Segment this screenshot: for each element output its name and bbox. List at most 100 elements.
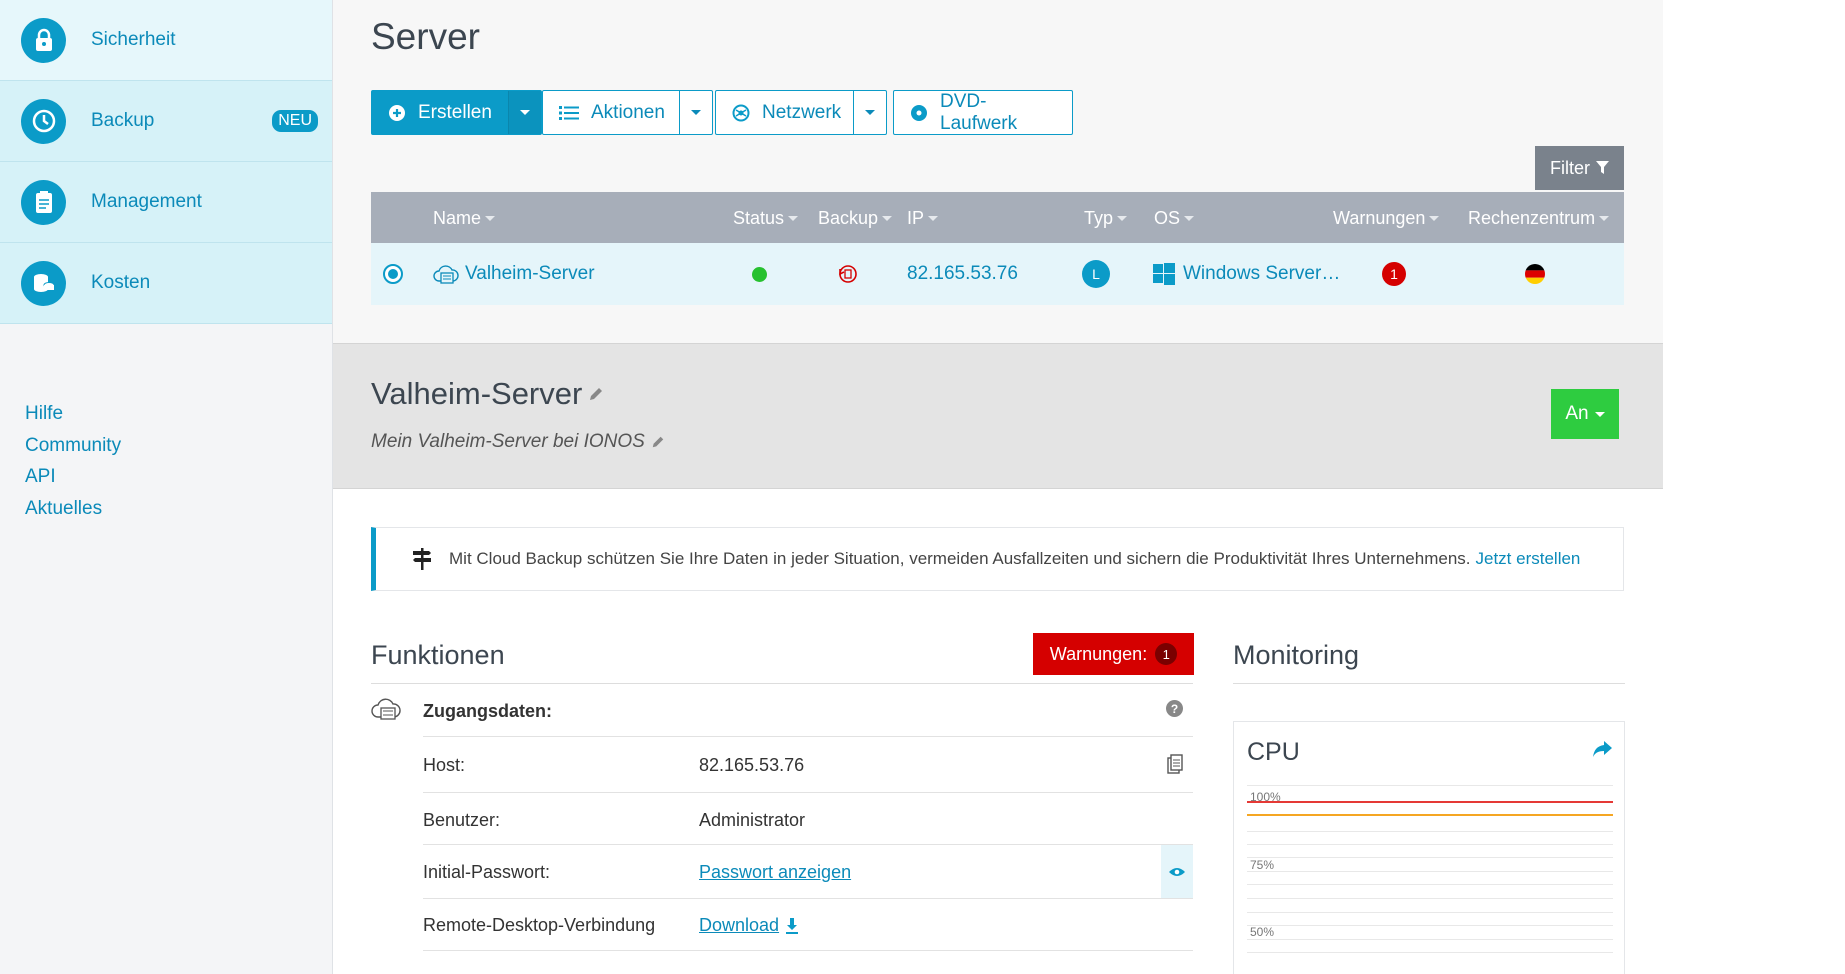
- column-header-rechenzentrum[interactable]: Rechenzentrum: [1468, 208, 1610, 229]
- column-header-status[interactable]: Status: [733, 208, 799, 229]
- type-badge: L: [1082, 260, 1110, 288]
- grid-line: [1247, 952, 1613, 953]
- server-table-header: Name Status Backup IP Typ OS Warnungen R…: [371, 192, 1624, 243]
- zugangsdaten-label: Zugangsdaten:: [423, 701, 552, 721]
- link-api[interactable]: API: [25, 461, 121, 493]
- create-button[interactable]: Erstellen: [372, 91, 508, 134]
- column-header-os[interactable]: OS: [1154, 208, 1195, 229]
- column-header-label: Typ: [1084, 208, 1114, 228]
- help-icon[interactable]: ?: [1166, 700, 1183, 717]
- grid-line: [1247, 925, 1613, 926]
- show-password-link[interactable]: Passwort anzeigen: [699, 862, 851, 882]
- create-dropdown-toggle[interactable]: [507, 91, 541, 134]
- sidebar-item-management[interactable]: Management: [0, 162, 332, 243]
- network-button-label: Netzwerk: [762, 101, 842, 123]
- server-detail-title: Valheim-Server: [371, 376, 583, 411]
- ip-value: 82.165.53.76: [907, 263, 1018, 284]
- actions-button-group: Aktionen: [542, 90, 713, 135]
- server-detail-body: Mit Cloud Backup schützen Sie Ihre Daten…: [333, 489, 1663, 974]
- host-value: 82.165.53.76: [699, 755, 805, 775]
- column-header-name[interactable]: Name: [433, 208, 496, 229]
- server-list-section: Server Erstellen Aktionen Netzwerk DVD-L…: [333, 0, 1663, 343]
- backup-icon: [837, 263, 859, 285]
- list-icon: [559, 105, 579, 121]
- actions-button[interactable]: Aktionen: [543, 91, 679, 134]
- germany-flag-icon: [1524, 263, 1546, 285]
- sort-icon: [1599, 216, 1610, 221]
- network-dropdown-toggle[interactable]: [853, 91, 886, 134]
- power-status-label: An: [1565, 403, 1589, 424]
- divider: [1233, 683, 1625, 684]
- help-links: Hilfe Community API Aktuelles: [25, 398, 121, 524]
- windows-icon: [1153, 263, 1175, 285]
- link-community[interactable]: Community: [25, 430, 121, 462]
- zugangsdaten-header: Zugangsdaten: ?: [423, 683, 1193, 737]
- plus-circle-icon: [388, 104, 406, 122]
- column-header-label: Warnungen: [1333, 208, 1426, 228]
- link-hilfe[interactable]: Hilfe: [25, 398, 121, 430]
- column-header-ip[interactable]: IP: [907, 208, 939, 229]
- sort-icon: [1117, 216, 1128, 221]
- column-header-label: Status: [733, 208, 785, 228]
- eye-icon[interactable]: [1161, 845, 1193, 898]
- edit-name-pencil-icon[interactable]: [588, 386, 604, 402]
- grid-line: [1247, 857, 1613, 858]
- cloud-server-icon: [371, 697, 401, 721]
- grid-label: 50%: [1250, 925, 1275, 939]
- network-icon: [732, 104, 750, 122]
- grid-line: [1247, 844, 1613, 845]
- column-header-label: Backup: [818, 208, 879, 228]
- column-header-typ[interactable]: Typ: [1084, 208, 1128, 229]
- network-button[interactable]: Netzwerk: [716, 91, 853, 134]
- create-button-group: Erstellen: [371, 90, 542, 135]
- download-link[interactable]: Download: [699, 915, 779, 936]
- column-header-label: OS: [1154, 208, 1181, 228]
- server-description-text: Mein Valheim-Server bei IONOS: [371, 431, 645, 452]
- grid-label: 75%: [1250, 858, 1275, 872]
- server-name-cell[interactable]: Valheim-Server: [433, 263, 595, 285]
- column-header-warnungen[interactable]: Warnungen: [1333, 208, 1440, 229]
- warnings-cell[interactable]: 1: [1382, 262, 1406, 286]
- sidebar-item-label: Sicherheit: [91, 29, 176, 50]
- cpu-monitoring-card: CPU 100% 75% 50%: [1233, 721, 1625, 974]
- column-header-label: Rechenzentrum: [1468, 208, 1596, 228]
- column-header-label: IP: [907, 208, 925, 228]
- os-value: Windows Server…: [1183, 263, 1341, 284]
- column-header-backup[interactable]: Backup: [818, 208, 893, 229]
- actions-dropdown-toggle[interactable]: [679, 91, 712, 134]
- row-select-radio[interactable]: [383, 264, 403, 284]
- create-button-label: Erstellen: [418, 101, 492, 123]
- clipboard-icon: [21, 179, 66, 225]
- dvd-button[interactable]: DVD-Laufwerk: [893, 90, 1073, 135]
- password-value: Passwort anzeigen: [699, 862, 851, 883]
- sort-icon: [882, 216, 893, 221]
- chevron-down-icon: [519, 110, 530, 115]
- warnings-button-label: Warnungen:: [1049, 643, 1148, 664]
- share-arrow-icon[interactable]: [1593, 741, 1612, 757]
- sidebar-item-backup[interactable]: Backup NEU: [0, 81, 332, 162]
- sidebar-item-kosten[interactable]: Kosten: [0, 243, 332, 324]
- edit-description-pencil-icon[interactable]: [651, 435, 665, 449]
- power-status-button[interactable]: An: [1551, 389, 1619, 439]
- monitoring-title: Monitoring: [1233, 640, 1360, 670]
- grid-line: [1247, 884, 1613, 885]
- server-detail-header: Valheim-Server Mein Valheim-Server bei I…: [333, 343, 1663, 489]
- backup-cell[interactable]: [837, 263, 859, 285]
- sidebar-item-label: Management: [91, 191, 202, 212]
- warnings-button-count: 1: [1155, 643, 1178, 665]
- sidebar-item-sicherheit[interactable]: Sicherheit: [0, 0, 332, 81]
- grid-line: [1247, 898, 1613, 899]
- server-detail-description: Mein Valheim-Server bei IONOS: [371, 431, 665, 453]
- download-icon[interactable]: [785, 917, 799, 934]
- copy-icon[interactable]: [1167, 754, 1183, 774]
- rdp-value: Download: [699, 915, 799, 936]
- create-backup-link[interactable]: Jetzt erstellen: [1476, 549, 1581, 569]
- status-cell: [752, 267, 767, 282]
- filter-button-label: Filter: [1550, 157, 1590, 178]
- signpost-icon: [412, 548, 432, 570]
- filter-button[interactable]: Filter: [1535, 146, 1624, 190]
- table-row[interactable]: Valheim-Server 82.165.53.76 L Windows Se…: [371, 243, 1624, 305]
- link-aktuelles[interactable]: Aktuelles: [25, 493, 121, 525]
- warnings-button[interactable]: Warnungen: 1: [1033, 633, 1194, 675]
- rdp-label: Remote-Desktop-Verbindung: [423, 915, 656, 935]
